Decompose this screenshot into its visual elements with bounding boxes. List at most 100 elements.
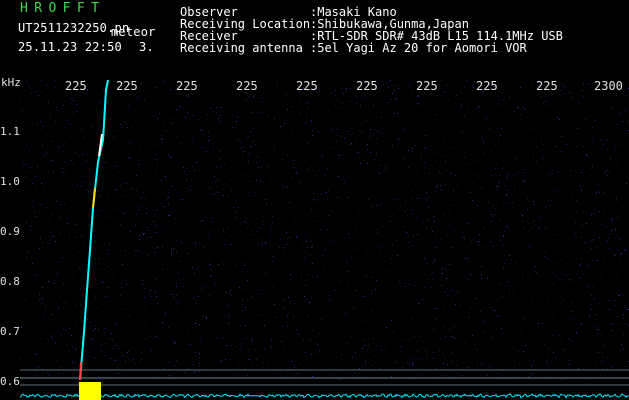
noise-pixel [505,189,506,190]
noise-pixel [32,263,33,264]
noise-pixel [544,344,545,345]
noise-pixel [101,318,102,319]
noise-pixel [136,214,137,215]
noise-pixel [431,178,432,179]
noise-pixel [121,309,122,310]
noise-pixel [372,190,373,191]
noise-pixel [197,346,198,347]
noise-pixel [479,107,480,108]
noise-pixel [543,311,544,312]
noise-pixel [575,232,576,233]
noise-pixel [431,97,432,98]
noise-pixel [560,302,561,303]
noise-pixel [540,111,541,112]
noise-pixel [188,331,189,332]
noise-pixel [514,112,515,113]
noise-pixel [310,340,311,341]
noise-pixel [593,326,594,327]
noise-pixel [140,149,141,150]
noise-pixel [426,154,427,155]
noise-pixel [169,375,170,376]
noise-pixel [196,303,197,304]
noise-pixel [618,144,619,145]
noise-pixel [548,200,549,201]
noise-pixel [531,365,532,366]
noise-pixel [249,195,250,196]
noise-pixel [97,308,98,309]
noise-pixel [287,315,288,316]
noise-pixel [274,312,275,313]
noise-pixel [195,372,196,373]
noise-pixel [598,327,599,328]
noise-pixel [59,332,60,333]
noise-pixel [250,131,251,132]
noise-pixel [249,176,250,177]
noise-pixel [41,81,42,82]
noise-pixel [120,295,121,296]
noise-pixel [172,122,173,123]
noise-pixel [93,350,94,351]
noise-pixel [435,260,436,261]
noise-pixel [94,211,95,212]
noise-pixel [48,281,49,282]
noise-pixel [453,337,454,338]
noise-pixel [579,281,580,282]
noise-pixel [328,215,329,216]
noise-pixel [391,221,392,222]
noise-pixel [456,95,457,96]
noise-pixel [335,164,336,165]
noise-pixel [95,325,96,326]
noise-pixel [522,277,523,278]
noise-pixel [276,85,277,86]
noise-pixel [39,367,40,368]
noise-pixel [180,261,181,262]
noise-pixel [358,250,359,251]
noise-pixel [155,171,156,172]
noise-pixel [247,227,248,228]
noise-pixel [366,246,367,247]
noise-pixel [599,152,600,153]
noise-pixel [447,364,448,365]
noise-pixel [248,108,249,109]
noise-pixel [533,201,534,202]
noise-pixel [595,314,596,315]
noise-pixel [105,269,106,270]
noise-pixel [512,340,513,341]
noise-pixel [171,157,172,158]
noise-pixel [561,90,562,91]
noise-pixel [335,95,336,96]
noise-pixel [381,349,382,350]
noise-pixel [396,152,397,153]
noise-pixel [442,268,443,269]
noise-pixel [192,166,193,167]
noise-pixel [167,305,168,306]
noise-pixel [304,301,305,302]
noise-pixel [552,182,553,183]
noise-pixel [166,228,167,229]
noise-pixel [455,148,456,149]
noise-pixel [309,190,310,191]
noise-pixel [615,229,616,230]
noise-pixel [436,191,437,192]
noise-pixel [237,117,238,118]
noise-pixel [580,185,581,186]
noise-pixel [522,220,523,221]
noise-pixel [239,287,240,288]
noise-pixel [446,169,447,170]
noise-pixel [347,263,348,264]
noise-pixel [86,176,87,177]
noise-pixel [213,302,214,303]
noise-pixel [411,149,412,150]
noise-pixel [407,232,408,233]
noise-pixel [353,345,354,346]
noise-pixel [581,237,582,238]
noise-pixel [342,272,343,273]
noise-pixel [106,142,107,143]
noise-pixel [617,162,618,163]
noise-pixel [331,211,332,212]
noise-pixel [42,368,43,369]
noise-pixel [333,128,334,129]
noise-pixel [141,359,142,360]
noise-pixel [499,212,500,213]
noise-pixel [308,169,309,170]
